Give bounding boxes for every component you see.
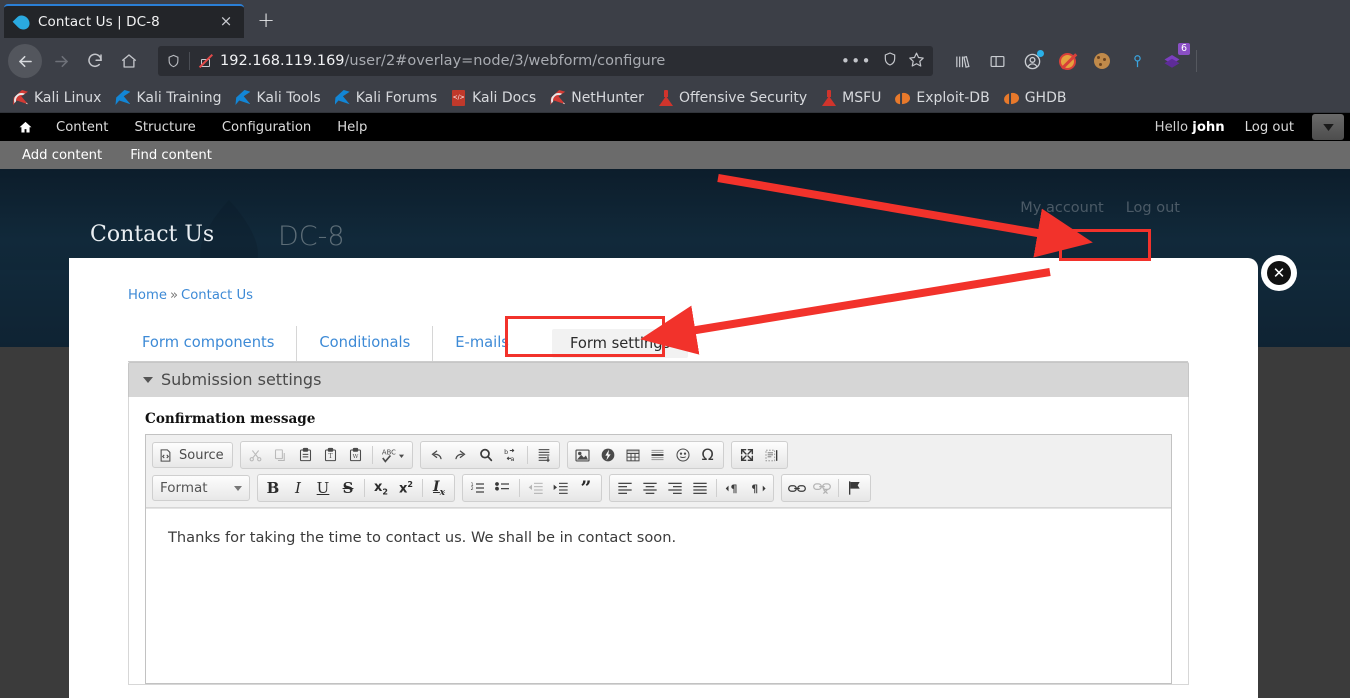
annotation-layer: [640, 174, 1093, 355]
annotation-arrow-form-settings: [640, 268, 1051, 355]
screenshot-root: Contact Us | DC-8 × + 192.168.119.169/us…: [0, 0, 1350, 698]
annotation-arrow-webform: [717, 174, 1093, 258]
